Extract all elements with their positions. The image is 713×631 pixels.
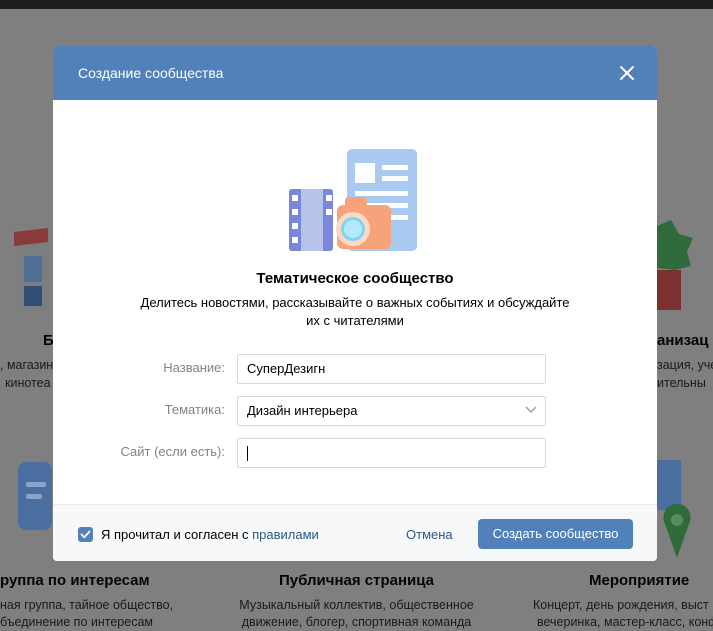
site-label: Сайт (если есть):: [120, 444, 225, 459]
name-field[interactable]: СуперДезигн: [237, 354, 546, 384]
cancel-button[interactable]: Отмена: [406, 527, 453, 542]
name-field-value: СуперДезигн: [247, 361, 326, 376]
create-community-modal: Создание сообщества Тематическое сообщес…: [53, 46, 657, 561]
topic-label: Тематика:: [164, 402, 225, 417]
browser-top-bar: [0, 0, 713, 9]
chevron-down-icon: [525, 406, 537, 414]
name-label: Название:: [163, 360, 225, 375]
create-community-button[interactable]: Создать сообщество: [478, 519, 633, 549]
community-illustration-icon: [289, 149, 417, 251]
section-heading: Тематическое сообщество: [256, 270, 454, 287]
text-caret: [247, 446, 248, 461]
modal-title: Создание сообщества: [78, 65, 224, 81]
bg-card-desc: ительны: [657, 376, 706, 390]
section-description: Делитесь новостями, рассказывайте о важн…: [133, 294, 577, 330]
badge-icon: [657, 220, 693, 310]
location-icon: [657, 460, 691, 558]
modal-header: Создание сообщества: [53, 46, 657, 100]
check-icon: [80, 530, 91, 539]
bg-card-desc: кинотеа: [5, 376, 51, 390]
bg-card-desc: зация, уче: [657, 358, 713, 372]
bg-card-desc: вечеринка, мастер-класс, конф: [537, 615, 713, 629]
rules-link[interactable]: правилами: [252, 527, 319, 542]
shop-icon: [14, 228, 48, 310]
agree-label: Я прочитал и согласен с: [101, 527, 253, 542]
site-field[interactable]: [237, 438, 546, 468]
topic-select[interactable]: Дизайн интерьера: [237, 396, 546, 426]
bg-card-desc: , магазин: [0, 358, 54, 372]
modal-footer: Я прочитал и согласен с правилами Отмена…: [53, 504, 657, 561]
description-line: их с читателями: [306, 313, 404, 328]
bg-card-desc: Концерт, день рождения, выст: [533, 598, 709, 612]
chat-icon: [18, 462, 52, 530]
agree-text: Я прочитал и согласен с правилами: [101, 527, 319, 542]
topic-select-value: Дизайн интерьера: [247, 403, 358, 418]
agree-checkbox[interactable]: [78, 527, 93, 542]
bg-card-title: Мероприятие: [589, 572, 690, 589]
description-line: Делитесь новостями, рассказывайте о важн…: [140, 295, 570, 310]
bg-card-title: анизац: [657, 332, 709, 349]
close-icon[interactable]: [617, 63, 637, 83]
